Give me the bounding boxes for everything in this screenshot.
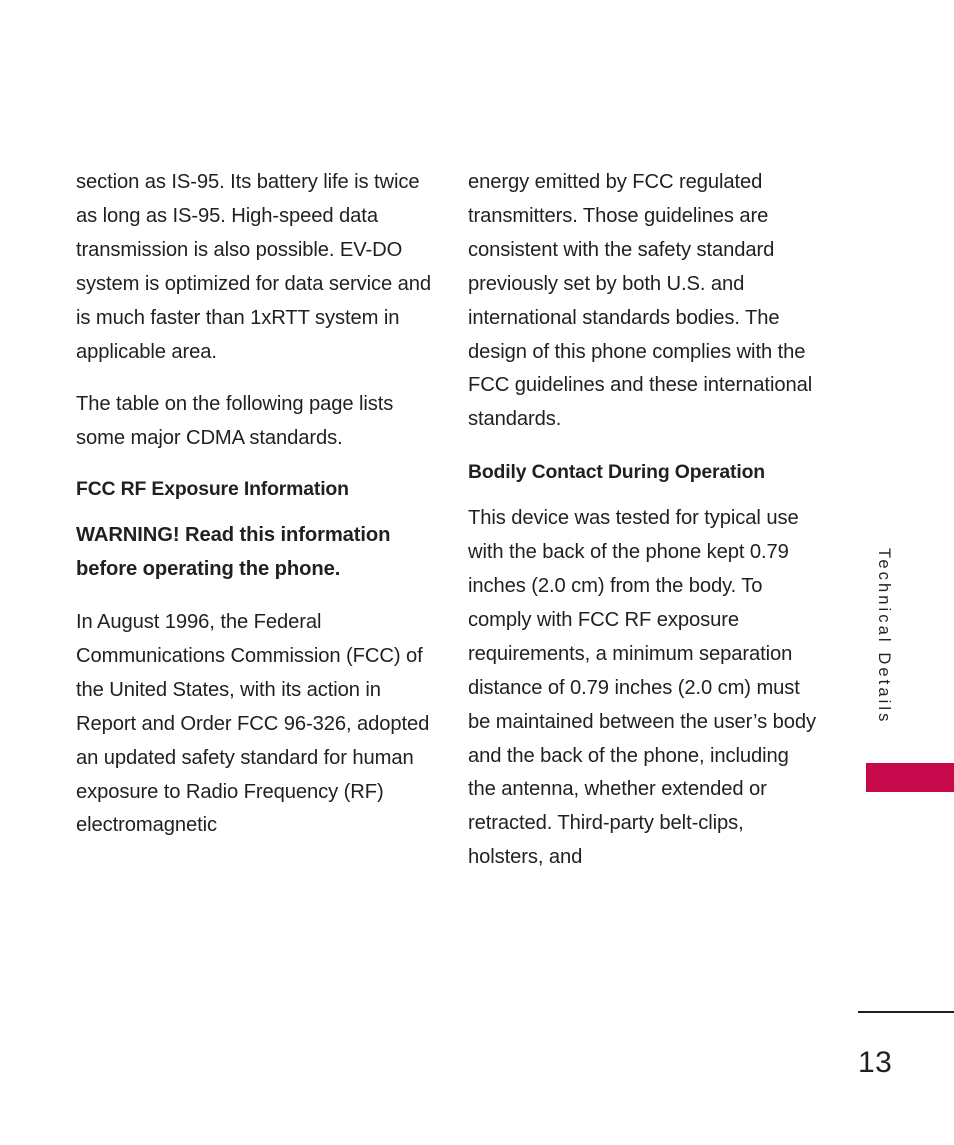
page-number: 13 [858, 1046, 893, 1079]
paragraph-evdo: section as IS-95. Its battery life is tw… [76, 171, 432, 363]
section-tab-color-block [866, 763, 954, 792]
paragraph-august-1996: In August 1996, the Federal Communicatio… [76, 610, 430, 837]
text-column-left: section as IS-95. Its battery life is tw… [76, 166, 432, 862]
paragraph-cdma-table: The table on the following page lists so… [76, 393, 394, 450]
manual-page: section as IS-95. Its battery life is tw… [0, 0, 954, 1145]
text-column-right: energy emitted by FCC regulated transmit… [468, 166, 820, 894]
paragraph-device-tested: This device was tested for typical use w… [468, 507, 816, 869]
heading-bodily-contact: Bodily Contact During Operation [468, 461, 765, 484]
paragraph-energy-guidelines: energy emitted by FCC regulated transmit… [468, 171, 813, 431]
section-tab-label: Technical Details [875, 548, 893, 725]
heading-fcc-rf-exposure: FCC RF Exposure Information [76, 478, 349, 501]
footer-divider [858, 1011, 954, 1013]
section-tab: Technical Details [866, 548, 902, 758]
paragraph-warning: WARNING! Read this information before op… [76, 524, 391, 581]
